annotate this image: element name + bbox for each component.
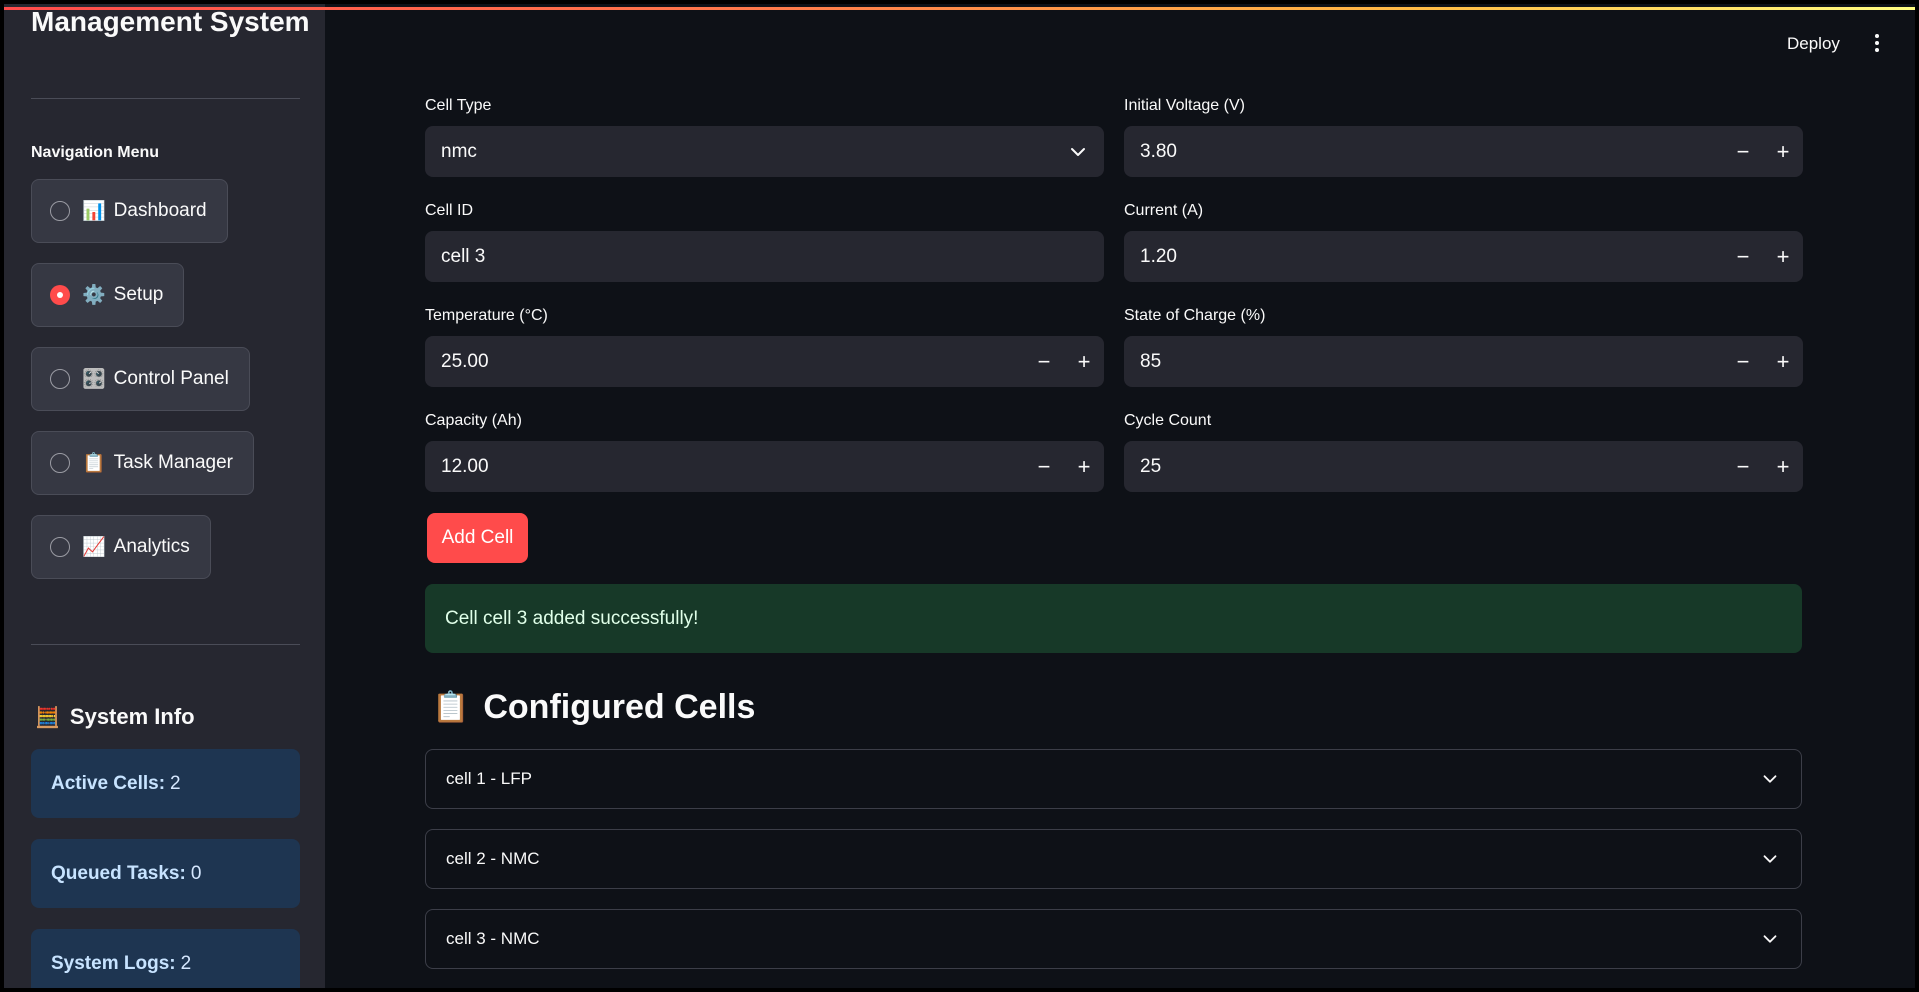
capacity-value: 12.00 xyxy=(441,455,489,477)
sidebar-divider xyxy=(31,98,300,99)
current-stepper[interactable]: 1.20 − + xyxy=(1124,231,1803,282)
decrement-button[interactable]: − xyxy=(1723,336,1763,387)
active-cells-card: Active Cells: 2 xyxy=(31,749,300,818)
cell-type-label: Cell Type xyxy=(425,97,492,114)
system-logs-card: System Logs: 2 xyxy=(31,929,300,988)
decrement-button[interactable]: − xyxy=(1024,336,1064,387)
expander-label: cell 1 - LFP xyxy=(446,769,532,788)
nav-item-task-manager[interactable]: 📋 Task Manager xyxy=(31,431,255,495)
success-alert: Cell cell 3 added successfully! xyxy=(425,584,1802,653)
chevron-down-icon xyxy=(1763,935,1777,943)
temperature-value: 25.00 xyxy=(441,350,489,372)
nav-item-label: Dashboard xyxy=(113,200,207,221)
chevron-down-icon xyxy=(1071,147,1085,156)
current-label: Current (A) xyxy=(1124,202,1204,219)
radio-icon[interactable] xyxy=(50,537,70,557)
temperature-label: Temperature (°C) xyxy=(425,307,548,324)
increment-button[interactable]: + xyxy=(1064,441,1104,492)
cell-id-value: cell 3 xyxy=(441,245,486,267)
capacity-stepper[interactable]: 12.00 − + xyxy=(425,441,1104,492)
configured-cells-heading: 📋 Configured Cells xyxy=(432,688,755,727)
radio-selected-icon[interactable] xyxy=(50,285,70,305)
cell-type-value: nmc xyxy=(441,140,477,162)
state-of-charge-stepper[interactable]: 85 − + xyxy=(1124,336,1803,387)
trend-chart-icon: 📈 xyxy=(82,536,106,558)
capacity-label: Capacity (Ah) xyxy=(425,412,522,429)
cell-type-select[interactable]: nmc xyxy=(425,126,1104,177)
cell-expander[interactable]: cell 3 - NMC xyxy=(425,909,1802,969)
cycle-count-value: 25 xyxy=(1140,455,1162,477)
cell-id-label: Cell ID xyxy=(425,202,474,219)
navigation-menu-label: Navigation Menu xyxy=(31,144,160,161)
nav-item-label: Analytics xyxy=(113,536,190,557)
cycle-count-label: Cycle Count xyxy=(1124,412,1212,429)
cell-id-input[interactable]: cell 3 xyxy=(425,231,1104,282)
info-card-label: Active Cells: xyxy=(51,772,166,794)
decoration-bar xyxy=(4,7,1915,10)
initial-voltage-value: 3.80 xyxy=(1140,140,1177,162)
queued-tasks-card: Queued Tasks: 0 xyxy=(31,839,300,908)
info-card-value: 2 xyxy=(170,772,181,794)
sidebar: Management System Navigation Menu 📊 Dash… xyxy=(4,4,325,988)
decrement-button[interactable]: − xyxy=(1024,441,1064,492)
abacus-icon: 🧮 xyxy=(35,706,60,729)
control-knobs-icon: 🎛️ xyxy=(82,368,106,390)
state-of-charge-label: State of Charge (%) xyxy=(1124,307,1266,324)
temperature-stepper[interactable]: 25.00 − + xyxy=(425,336,1104,387)
nav-item-label: Control Panel xyxy=(113,368,229,389)
chevron-down-icon xyxy=(1763,855,1777,863)
deploy-button[interactable]: Deploy xyxy=(1787,34,1840,54)
increment-button[interactable]: + xyxy=(1763,231,1803,282)
info-card-label: Queued Tasks: xyxy=(51,862,186,884)
initial-voltage-label: Initial Voltage (V) xyxy=(1124,97,1245,114)
more-menu-icon[interactable] xyxy=(1870,34,1884,56)
cycle-count-stepper[interactable]: 25 − + xyxy=(1124,441,1803,492)
nav-item-label: Setup xyxy=(113,284,164,305)
bar-chart-icon: 📊 xyxy=(82,200,106,222)
radio-icon[interactable] xyxy=(50,201,70,221)
decrement-button[interactable]: − xyxy=(1723,231,1763,282)
radio-icon[interactable] xyxy=(50,453,70,473)
radio-icon[interactable] xyxy=(50,369,70,389)
nav-item-dashboard[interactable]: 📊 Dashboard xyxy=(31,179,228,243)
clipboard-icon: 📋 xyxy=(432,691,470,724)
system-info-title: System Info xyxy=(69,704,195,729)
increment-button[interactable]: + xyxy=(1763,126,1803,177)
system-info-heading: 🧮 System Info xyxy=(35,704,195,730)
decrement-button[interactable]: − xyxy=(1723,126,1763,177)
cell-expander[interactable]: cell 2 - NMC xyxy=(425,829,1802,889)
nav-item-analytics[interactable]: 📈 Analytics xyxy=(31,515,211,579)
sidebar-title: Management System xyxy=(31,6,310,37)
nav-item-label: Task Manager xyxy=(113,452,234,473)
info-card-label: System Logs: xyxy=(51,952,176,974)
current-value: 1.20 xyxy=(1140,245,1177,267)
configured-cells-title: Configured Cells xyxy=(483,688,756,726)
sidebar-divider xyxy=(31,644,300,645)
info-card-value: 2 xyxy=(180,952,192,974)
gear-icon: ⚙️ xyxy=(82,284,106,306)
clipboard-icon: 📋 xyxy=(82,452,106,474)
nav-item-control-panel[interactable]: 🎛️ Control Panel xyxy=(31,347,250,411)
state-of-charge-value: 85 xyxy=(1140,350,1162,372)
expander-label: cell 2 - NMC xyxy=(446,849,540,868)
increment-button[interactable]: + xyxy=(1763,441,1803,492)
increment-button[interactable]: + xyxy=(1763,336,1803,387)
info-card-value: 0 xyxy=(190,862,202,884)
decrement-button[interactable]: − xyxy=(1723,441,1763,492)
chevron-down-icon xyxy=(1763,775,1777,783)
cell-expander[interactable]: cell 1 - LFP xyxy=(425,749,1802,809)
expander-label: cell 3 - NMC xyxy=(446,929,540,948)
initial-voltage-stepper[interactable]: 3.80 − + xyxy=(1124,126,1803,177)
app-window: Management System Navigation Menu 📊 Dash… xyxy=(4,4,1915,988)
increment-button[interactable]: + xyxy=(1064,336,1104,387)
nav-item-setup[interactable]: ⚙️ Setup xyxy=(31,263,185,327)
add-cell-button[interactable]: Add Cell xyxy=(427,513,528,563)
